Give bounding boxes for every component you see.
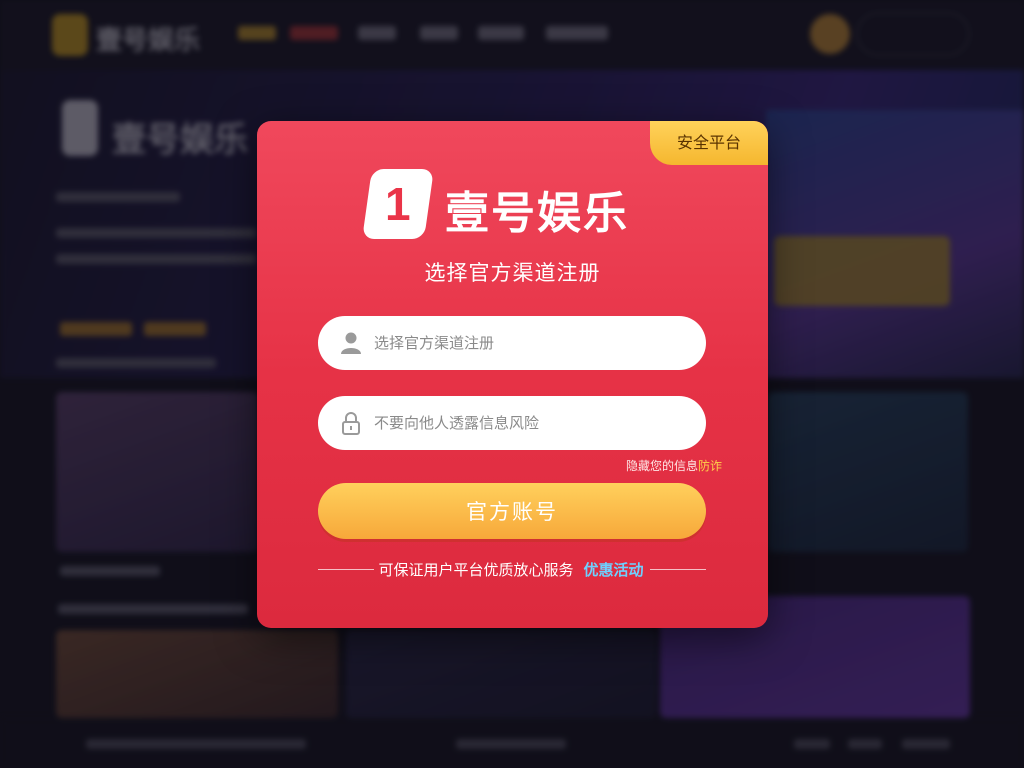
username-input[interactable] [374, 334, 684, 352]
brand-mark-icon: 1 [362, 169, 434, 239]
register-modal: 安全平台 1 壹号娱乐 选择官方渠道注册 隐藏您的信息防诈 官方账号 可保证用户… [257, 121, 768, 628]
official-account-button[interactable]: 官方账号 [318, 483, 706, 539]
lock-icon [342, 412, 360, 435]
security-hint: 隐藏您的信息防诈 [626, 457, 722, 474]
hint-highlight[interactable]: 防诈 [698, 459, 722, 473]
username-field[interactable] [318, 316, 706, 370]
user-icon [341, 332, 361, 354]
brand-name: 壹号娱乐 [445, 188, 629, 239]
footer-text: 可保证用户平台优质放心服务 [378, 560, 574, 579]
divider-line [649, 568, 706, 570]
brand-logo: 1 壹号娱乐 [362, 169, 667, 241]
brand-mark-text: 1 [385, 178, 411, 230]
security-badge: 安全平台 [650, 121, 768, 165]
modal-footer: 可保证用户平台优质放心服务 优惠活动 [318, 559, 706, 579]
password-field[interactable] [318, 396, 706, 450]
hint-text: 隐藏您的信息 [626, 459, 699, 473]
promotions-link[interactable]: 优惠活动 [584, 559, 644, 580]
divider-line [318, 568, 375, 570]
password-input[interactable] [374, 414, 684, 432]
modal-subtitle: 选择官方渠道注册 [424, 261, 601, 285]
